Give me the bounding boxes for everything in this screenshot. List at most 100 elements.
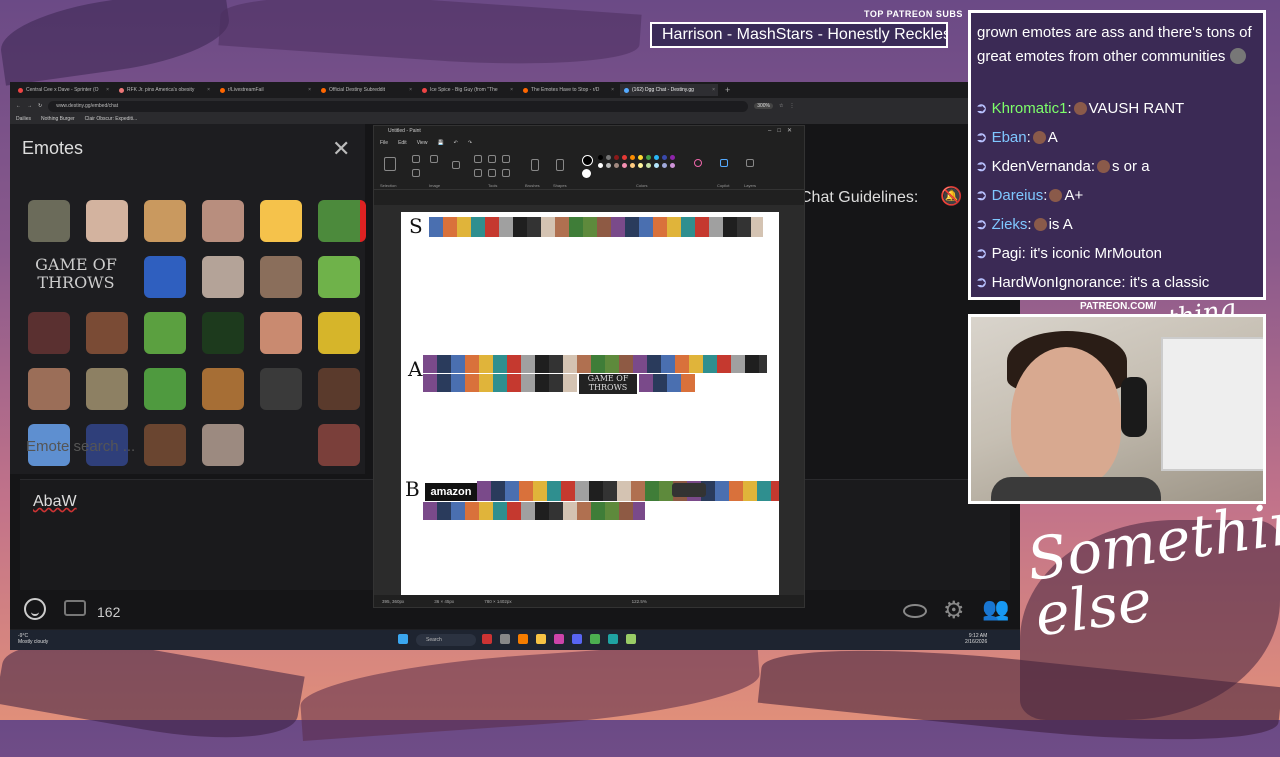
color-swatch[interactable] — [654, 155, 659, 160]
weather-widget[interactable]: -9°C Mostly cloudy — [18, 633, 48, 645]
window-controls[interactable]: –□✕ — [768, 126, 798, 137]
color-swatch[interactable] — [582, 169, 591, 178]
color-swatch[interactable] — [606, 155, 611, 160]
emote-laugh[interactable] — [202, 200, 244, 242]
emote-bear[interactable] — [202, 368, 244, 410]
emote-man[interactable] — [202, 256, 244, 298]
back-icon[interactable]: ← — [16, 103, 21, 109]
menu-icon[interactable]: ⋮ — [789, 103, 794, 109]
color-swatch[interactable] — [654, 163, 659, 168]
text-icon[interactable] — [502, 155, 510, 163]
close-tab-icon[interactable]: × — [409, 87, 415, 93]
selection-icon[interactable] — [384, 157, 396, 171]
users-icon[interactable]: 👥 — [982, 596, 1009, 622]
emote-cat-scream[interactable] — [260, 200, 302, 242]
paint-icon[interactable] — [626, 634, 636, 644]
bookmark-item[interactable]: Dailies — [16, 116, 31, 122]
emote-dog[interactable] — [144, 200, 186, 242]
browser-tab[interactable]: Central Cee x Dave - Sprinter (O × — [14, 84, 112, 96]
close-tab-icon[interactable]: × — [712, 87, 718, 93]
color-swatch[interactable] — [670, 155, 675, 160]
shapes-icon[interactable] — [556, 159, 564, 171]
emote-picker-icon[interactable] — [24, 598, 46, 620]
copilot-icon[interactable] — [720, 159, 728, 167]
eye-icon[interactable] — [903, 604, 927, 618]
eraser-icon[interactable] — [474, 169, 482, 177]
paint-canvas[interactable]: S A GAME OF THROWS B amazon — [401, 212, 779, 595]
close-tab-icon[interactable]: × — [308, 87, 314, 93]
browser-tab[interactable]: The Emotes Have to Stop - r/D × — [519, 84, 617, 96]
bookmark-item[interactable]: Nothing Burger — [41, 116, 75, 122]
photos-icon[interactable] — [554, 634, 564, 644]
color-wheel-icon[interactable] — [694, 159, 702, 167]
browser-tab[interactable]: RFK Jr. pins America's obesity × — [115, 84, 213, 96]
crop-icon[interactable] — [412, 155, 420, 163]
bookmark-item[interactable]: Clair Obscur: Expediti... — [85, 116, 138, 122]
emote-pepe-sad[interactable] — [144, 368, 186, 410]
image-icon[interactable] — [452, 161, 460, 169]
chat-input-value[interactable]: AbaW — [33, 493, 77, 511]
color-swatch[interactable] — [614, 155, 619, 160]
picker-icon[interactable] — [488, 169, 496, 177]
color-swatch[interactable] — [646, 163, 651, 168]
new-tab-icon[interactable]: + — [725, 85, 730, 95]
menu-edit[interactable]: Edit — [398, 140, 407, 146]
url-field[interactable]: www.destiny.gg/embed/chat — [48, 100, 749, 112]
menu-view[interactable]: View — [417, 140, 428, 146]
color-swatch[interactable] — [598, 163, 603, 168]
reload-icon[interactable]: ↻ — [38, 103, 42, 109]
emote-rock-hand[interactable] — [28, 368, 70, 410]
emote-closeup[interactable] — [260, 312, 302, 354]
close-icon[interactable]: ✕ — [332, 136, 350, 162]
color-swatch[interactable] — [622, 155, 627, 160]
resize-icon[interactable] — [412, 169, 420, 177]
color-swatch[interactable] — [662, 155, 667, 160]
color-swatch[interactable] — [670, 163, 675, 168]
pencil-icon[interactable] — [474, 155, 482, 163]
color-swatch[interactable] — [622, 163, 627, 168]
close-tab-icon[interactable]: × — [106, 87, 112, 93]
emote-game-of-throws[interactable]: GAME OF THROWS — [28, 256, 124, 298]
save-icon[interactable]: 💾 — [437, 140, 443, 146]
taskbar-search[interactable]: Search — [416, 634, 476, 646]
color-swatch[interactable] — [630, 163, 635, 168]
redo-icon[interactable]: ↷ — [468, 140, 472, 146]
color-swatch[interactable] — [582, 155, 593, 166]
emote-bane[interactable] — [28, 200, 70, 242]
close-tab-icon[interactable]: × — [510, 87, 516, 93]
emote-shout[interactable] — [86, 312, 128, 354]
discord-icon[interactable] — [572, 634, 582, 644]
flag-icon[interactable] — [482, 634, 492, 644]
emote-crab[interactable] — [318, 424, 360, 466]
browser-tab[interactable]: r/LivestreamFail × — [216, 84, 314, 96]
layers-icon[interactable] — [746, 159, 754, 167]
emote-android[interactable] — [318, 256, 360, 298]
emote-small-face[interactable] — [202, 424, 244, 466]
browser-tab[interactable]: Official Destiny Subreddit × — [317, 84, 415, 96]
emote-blue-mascot[interactable] — [144, 256, 186, 298]
menu-file[interactable]: File — [380, 140, 388, 146]
emote-hands[interactable] — [260, 256, 302, 298]
emote-yellow-bug[interactable] — [318, 312, 360, 354]
task-view-icon[interactable] — [500, 634, 510, 644]
firefox-icon[interactable] — [518, 634, 528, 644]
magnifier-icon[interactable] — [502, 169, 510, 177]
emote-matrix[interactable] — [202, 312, 244, 354]
emote-portrait[interactable] — [318, 368, 360, 410]
chrome-icon[interactable] — [590, 634, 600, 644]
zoom-percentage[interactable]: 122.5% — [632, 599, 647, 604]
emote-green-hat[interactable] — [144, 312, 186, 354]
emote-search-input[interactable]: Emote search ... — [26, 438, 135, 455]
close-tab-icon[interactable]: × — [207, 87, 213, 93]
browser-tab-active[interactable]: (162) Dgg Chat - Destiny.gg × — [620, 84, 718, 96]
emote-skull[interactable] — [260, 368, 302, 410]
zoom-level[interactable]: 300% — [754, 103, 773, 109]
whispers-icon[interactable] — [64, 600, 86, 616]
color-swatch[interactable] — [630, 155, 635, 160]
emote-face[interactable] — [86, 200, 128, 242]
color-swatch[interactable] — [614, 163, 619, 168]
emote-face-dark[interactable] — [28, 312, 70, 354]
color-swatch[interactable] — [638, 163, 643, 168]
start-icon[interactable] — [398, 634, 408, 644]
fill-icon[interactable] — [488, 155, 496, 163]
